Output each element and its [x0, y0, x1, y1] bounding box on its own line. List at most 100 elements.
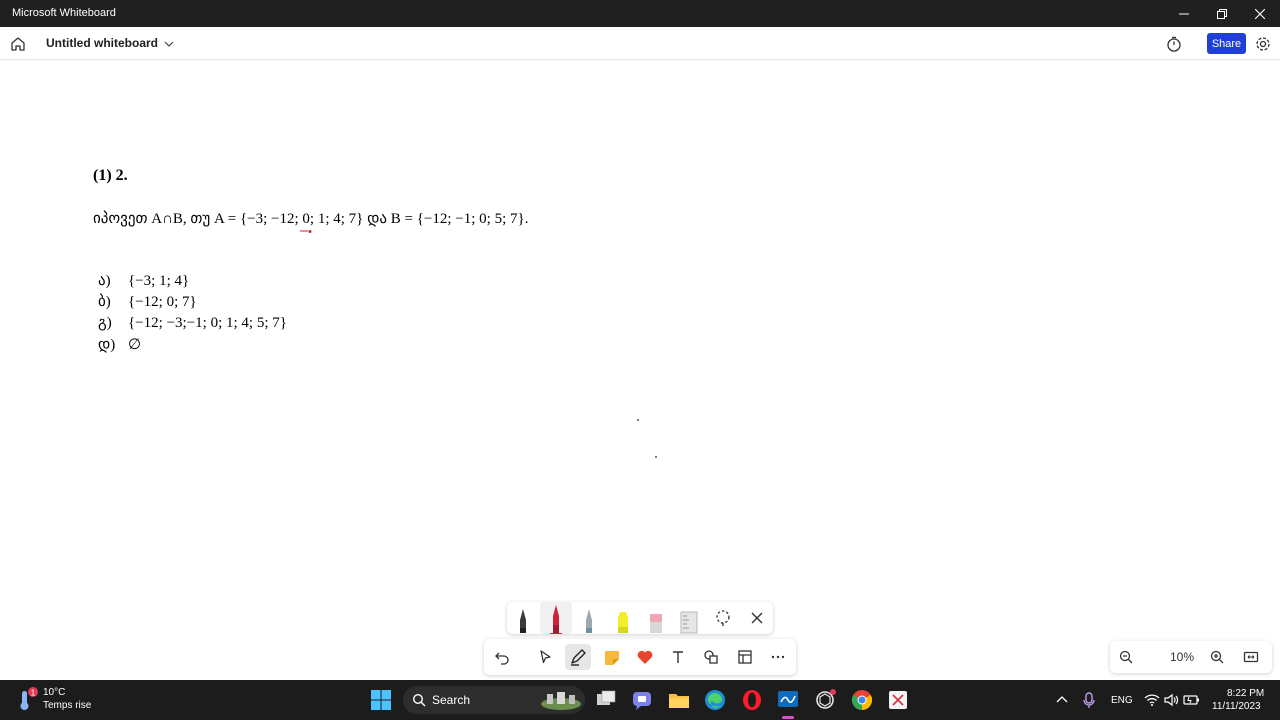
- microphone-icon: [1083, 692, 1095, 708]
- select-tool[interactable]: [532, 644, 558, 670]
- pen-icon: [550, 605, 562, 634]
- pen-icon: [571, 649, 586, 666]
- wifi-icon: [1144, 694, 1160, 706]
- restore-icon: [1217, 8, 1227, 19]
- windows-taskbar: 1 10°C Temps rise Search ENG 8:22 PM 11/…: [0, 680, 1280, 720]
- templates-tool[interactable]: [732, 644, 758, 670]
- shapes-tool[interactable]: [698, 644, 724, 670]
- taskbar-search[interactable]: Search: [403, 686, 585, 714]
- weather-description: Temps rise: [43, 700, 92, 711]
- zoom-in-icon: [1210, 650, 1224, 664]
- undo-icon: [495, 652, 509, 665]
- timer-button[interactable]: [1165, 35, 1183, 53]
- more-icon: [771, 655, 785, 659]
- whiteboard-title[interactable]: Untitled whiteboard: [46, 36, 158, 50]
- stopwatch-icon: [1167, 36, 1181, 52]
- heart-icon: [637, 650, 653, 664]
- option-letter: ა): [98, 273, 111, 289]
- zoom-level[interactable]: 10%: [1160, 650, 1204, 664]
- chrome-browser-button[interactable]: [850, 688, 874, 712]
- lasso-icon: [716, 610, 730, 626]
- title-bar: Microsoft Whiteboard: [0, 0, 1280, 27]
- inking-tool[interactable]: [565, 644, 591, 670]
- clock-date[interactable]: 11/11/2023: [1212, 701, 1261, 712]
- edge-browser-button[interactable]: [703, 688, 727, 712]
- chevron-down-icon: [164, 41, 174, 47]
- snipping-tool-button[interactable]: [886, 688, 910, 712]
- red-pen[interactable]: [540, 602, 572, 634]
- weather-widget[interactable]: 1: [14, 687, 38, 713]
- option-value: {−12; 0; 7}: [128, 294, 197, 310]
- blue-gray-pen[interactable]: [573, 602, 605, 634]
- battery-status[interactable]: [1182, 688, 1206, 712]
- ink-dot: [655, 456, 657, 458]
- option-value: {−3; 1; 4}: [128, 273, 190, 289]
- home-icon: [11, 37, 25, 51]
- snip-icon: [889, 691, 907, 709]
- opera-browser-button[interactable]: [740, 688, 764, 712]
- whiteboard-canvas[interactable]: (1) 2. იპოვეთ A∩B, თუ A = {−3; −12; 0; 1…: [0, 61, 1280, 680]
- close-pen-tray-button[interactable]: [741, 602, 773, 634]
- text-tool[interactable]: [665, 644, 691, 670]
- weather-badge: 1: [31, 689, 36, 698]
- start-button[interactable]: [369, 688, 393, 712]
- chat-icon: [633, 692, 651, 710]
- red-ink-stroke: [300, 230, 312, 233]
- battery-icon: [1183, 695, 1199, 705]
- task-view-icon: [597, 690, 616, 705]
- text-icon: [673, 651, 683, 663]
- weather-temperature: 10°C: [43, 687, 66, 698]
- more-tools-button[interactable]: [765, 644, 791, 670]
- zoom-out-button[interactable]: [1113, 644, 1139, 670]
- undo-button[interactable]: [489, 644, 515, 670]
- reactions-tool[interactable]: [632, 644, 658, 670]
- task-view-button[interactable]: [594, 688, 618, 712]
- zoom-bar: 10%: [1110, 641, 1272, 673]
- lasso-select[interactable]: [707, 602, 739, 634]
- sticky-note-icon: [605, 651, 619, 665]
- search-icon: [412, 693, 426, 707]
- app-title: Microsoft Whiteboard: [12, 7, 116, 19]
- pen-icon: [520, 609, 526, 633]
- search-highlight-icon: [541, 692, 581, 710]
- show-hidden-icons-button[interactable]: [1054, 688, 1078, 712]
- chevron-up-icon: [1056, 696, 1068, 703]
- black-pen[interactable]: [507, 602, 539, 634]
- whiteboard-app-button[interactable]: [776, 688, 800, 719]
- input-language[interactable]: ENG: [1111, 695, 1133, 706]
- zoom-in-button[interactable]: [1204, 644, 1230, 670]
- option-value: ∅: [128, 337, 142, 353]
- eraser[interactable]: [640, 602, 672, 634]
- active-app-indicator: [782, 716, 794, 719]
- pen-icon: [586, 609, 592, 633]
- chrome-icon: [851, 690, 873, 711]
- teams-chat-button[interactable]: [630, 688, 654, 712]
- eraser-icon: [650, 614, 662, 633]
- answer-option-c: გ) {−12; −3;−1; 0; 1; 4; 5; 7}: [98, 313, 287, 332]
- question-number: (1) 2.: [93, 167, 128, 184]
- microphone-button[interactable]: [1080, 688, 1104, 712]
- minimize-icon: [1179, 13, 1189, 14]
- folder-icon: [669, 694, 689, 708]
- clock-time[interactable]: 8:22 PM: [1227, 688, 1264, 699]
- close-window-button[interactable]: [1237, 0, 1280, 27]
- yellow-highlighter[interactable]: [607, 602, 639, 634]
- chatgpt-button[interactable]: [813, 688, 837, 712]
- answer-option-a: ა) {−3; 1; 4}: [98, 271, 189, 290]
- openai-icon: [816, 689, 836, 709]
- app-header: Untitled whiteboard Share: [0, 27, 1280, 60]
- home-button[interactable]: [8, 34, 28, 54]
- sticky-note-tool[interactable]: [599, 644, 625, 670]
- template-icon: [738, 650, 752, 664]
- shapes-icon: [704, 650, 718, 664]
- share-button[interactable]: Share: [1207, 33, 1246, 54]
- pointer-icon: [540, 650, 551, 664]
- ruler[interactable]: [673, 602, 705, 634]
- zoom-out-icon: [1119, 650, 1133, 664]
- settings-button[interactable]: [1254, 35, 1272, 53]
- title-dropdown-button[interactable]: [162, 36, 176, 50]
- option-letter: გ): [98, 315, 112, 331]
- pen-tray: [507, 602, 773, 634]
- fit-to-screen-button[interactable]: [1238, 644, 1264, 670]
- file-explorer-button[interactable]: [667, 688, 691, 712]
